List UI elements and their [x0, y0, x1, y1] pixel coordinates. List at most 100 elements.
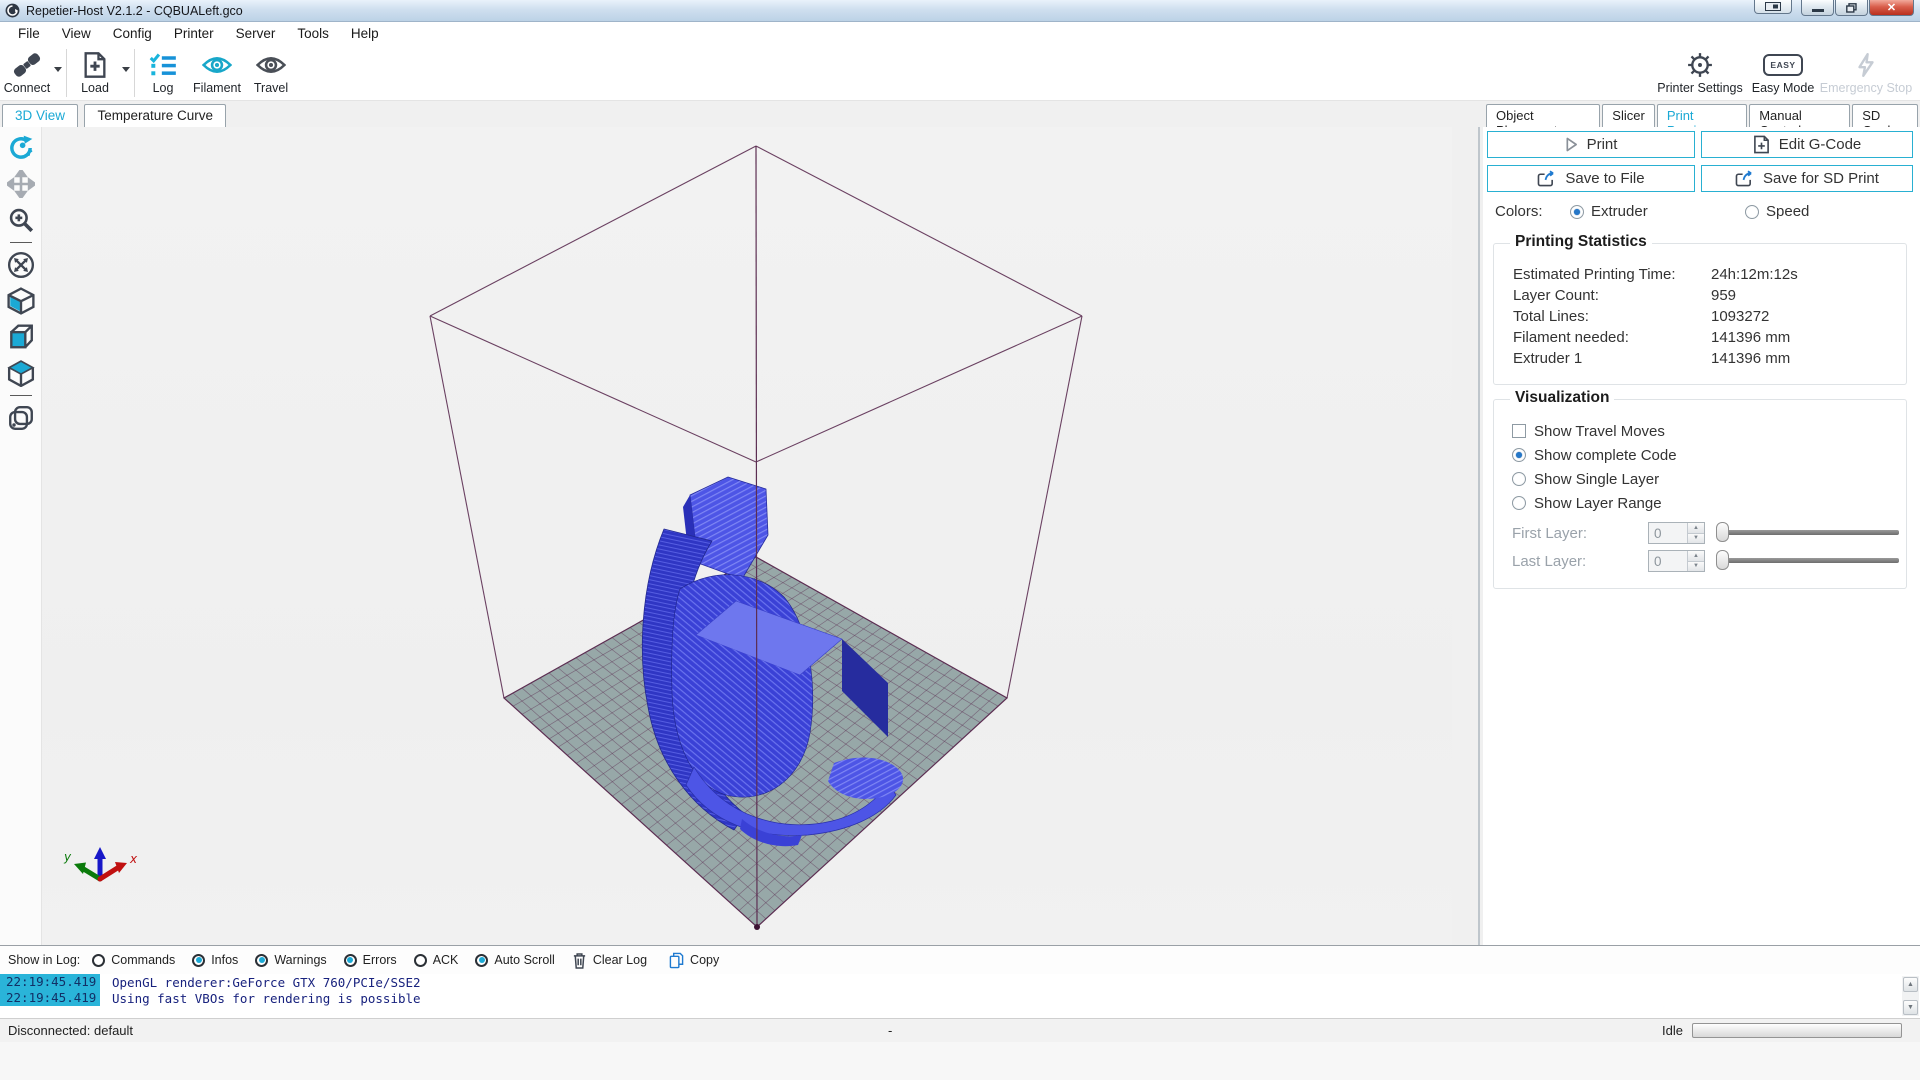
- bottom-filler: [0, 1042, 1920, 1080]
- top-cube-icon: [7, 359, 35, 387]
- travel-eye-icon: [256, 55, 286, 75]
- export-icon: [1537, 170, 1556, 187]
- show-complete-code-radio[interactable]: Show complete Code: [1512, 446, 1677, 464]
- export-icon: [1735, 170, 1754, 187]
- parallel-projection-button[interactable]: [6, 403, 36, 433]
- first-layer-label: First Layer:: [1512, 524, 1587, 542]
- toggle-icon: [414, 954, 427, 967]
- connect-dropdown[interactable]: [52, 67, 63, 72]
- restore-button[interactable]: [1835, 0, 1868, 16]
- log-scrollbar[interactable]: ▲ ▼: [1902, 976, 1919, 1016]
- view-toolbar: [0, 127, 42, 945]
- trash-icon: [572, 952, 587, 969]
- app-window: Repetier-Host V2.1.2 - CQBUALeft.gco ✕ F…: [0, 0, 1920, 1080]
- log-entry: 22:19:45.419 OpenGL renderer:GeForce GTX…: [0, 974, 1920, 990]
- show-travel-moves-checkbox[interactable]: Show Travel Moves: [1512, 422, 1665, 440]
- sidebar-separator: [10, 242, 32, 243]
- toggle-travel-button[interactable]: Travel: [246, 47, 296, 95]
- play-icon: [1565, 137, 1578, 152]
- log-toggle-errors[interactable]: Errors: [344, 953, 397, 967]
- title-bar: Repetier-Host V2.1.2 - CQBUALeft.gco ✕: [0, 0, 1920, 22]
- viewport-3d[interactable]: y x: [42, 127, 1452, 945]
- toggle-filament-button[interactable]: Filament: [188, 47, 246, 95]
- log-timestamp: 22:19:45.419: [0, 974, 100, 990]
- status-bar: Disconnected: default - Idle: [0, 1018, 1920, 1042]
- toolbar-separator: [66, 49, 67, 97]
- load-button[interactable]: Load: [70, 47, 120, 95]
- show-single-layer-radio[interactable]: Show Single Layer: [1512, 470, 1659, 488]
- log-toggle-warnings[interactable]: Warnings: [255, 953, 326, 967]
- log-toggle-ack[interactable]: ACK: [414, 953, 459, 967]
- menu-file[interactable]: File: [7, 23, 51, 44]
- edit-file-icon: [1753, 135, 1770, 154]
- menu-help[interactable]: Help: [340, 23, 390, 44]
- print-preview-panel: Print Edit G-Code Save to File Save for …: [1483, 127, 1920, 945]
- slider-thumb: [1716, 550, 1729, 570]
- tab-3d-view[interactable]: 3D View: [2, 104, 78, 127]
- scroll-up-icon[interactable]: ▲: [1903, 977, 1918, 992]
- clear-log-button[interactable]: Clear Log: [572, 952, 647, 969]
- restore-icon: [1846, 3, 1857, 13]
- spin-down-icon: ▼: [1688, 533, 1704, 544]
- copy-icon: [669, 952, 684, 969]
- zoom-view-button[interactable]: [6, 205, 36, 235]
- isometric-view-button[interactable]: [6, 286, 36, 316]
- last-layer-spinner: 0 ▲▼: [1648, 550, 1705, 572]
- status-center: -: [888, 1023, 892, 1038]
- tab-strip: 3D View Temperature Curve Object Placeme…: [0, 101, 1920, 127]
- menu-view[interactable]: View: [51, 23, 102, 44]
- colors-speed-radio[interactable]: Speed: [1745, 203, 1809, 220]
- radio-icon: [1512, 496, 1526, 510]
- fit-view-button[interactable]: [6, 250, 36, 280]
- close-button[interactable]: ✕: [1869, 0, 1914, 16]
- save-to-file-button[interactable]: Save to File: [1487, 165, 1695, 192]
- menu-printer[interactable]: Printer: [163, 23, 225, 44]
- easy-mode-icon: EASY: [1763, 54, 1802, 76]
- log-toggle-autoscroll[interactable]: Auto Scroll: [475, 953, 554, 967]
- log-toggle-infos[interactable]: Infos: [192, 953, 238, 967]
- connect-button[interactable]: Connect: [2, 47, 52, 95]
- printer-settings-button[interactable]: Printer Settings: [1652, 47, 1748, 95]
- minimize-button[interactable]: [1801, 0, 1834, 16]
- radio-icon: [1512, 448, 1526, 462]
- toggle-icon: [192, 954, 205, 967]
- menu-config[interactable]: Config: [102, 23, 163, 44]
- visualization-title: Visualization: [1510, 389, 1614, 407]
- colors-extruder-radio[interactable]: Extruder: [1570, 203, 1648, 220]
- connection-status: Disconnected: default: [8, 1023, 133, 1038]
- front-view-button[interactable]: [6, 322, 36, 352]
- show-in-log-label: Show in Log:: [8, 953, 80, 967]
- spin-up-icon: ▲: [1688, 551, 1704, 561]
- tab-temperature-curve[interactable]: Temperature Curve: [84, 104, 226, 127]
- top-view-button[interactable]: [6, 358, 36, 388]
- edit-gcode-button[interactable]: Edit G-Code: [1701, 131, 1913, 158]
- log-entries: 22:19:45.419 OpenGL renderer:GeForce GTX…: [0, 974, 1920, 1006]
- log-toggle-commands[interactable]: Commands: [92, 953, 175, 967]
- axis-indicator: y x: [63, 847, 138, 879]
- first-layer-slider: [1716, 522, 1899, 542]
- save-for-sd-button[interactable]: Save for SD Print: [1701, 165, 1913, 192]
- stat-row: Estimated Printing Time:24h:12m:12s: [1494, 266, 1906, 286]
- easy-mode-button[interactable]: EASY Easy Mode: [1748, 47, 1818, 95]
- front-cube-icon: [7, 323, 35, 351]
- log-entry: 22:19:45.419 Using fast VBOs for renderi…: [0, 990, 1920, 1006]
- rotate-view-button[interactable]: [6, 133, 36, 163]
- panel-splitter[interactable]: [1452, 127, 1483, 945]
- scroll-down-icon[interactable]: ▼: [1903, 1000, 1918, 1015]
- titlebar-tool-button[interactable]: [1754, 0, 1792, 14]
- log-message: Using fast VBOs for rendering is possibl…: [100, 991, 421, 1006]
- print-button[interactable]: Print: [1487, 131, 1695, 158]
- colors-row: Colors: Extruder Speed: [1483, 203, 1920, 223]
- radio-icon: [1512, 472, 1526, 486]
- show-layer-range-radio[interactable]: Show Layer Range: [1512, 494, 1662, 512]
- projection-icon: [7, 404, 35, 432]
- load-dropdown[interactable]: [120, 67, 131, 72]
- slider-thumb: [1716, 522, 1729, 542]
- move-view-button[interactable]: [6, 169, 36, 199]
- menu-server[interactable]: Server: [225, 23, 287, 44]
- copy-log-button[interactable]: Copy: [669, 952, 719, 969]
- stat-row: Total Lines:1093272: [1494, 308, 1906, 328]
- stat-row: Layer Count:959: [1494, 287, 1906, 307]
- menu-tools[interactable]: Tools: [286, 23, 340, 44]
- toggle-log-button[interactable]: Log: [138, 47, 188, 95]
